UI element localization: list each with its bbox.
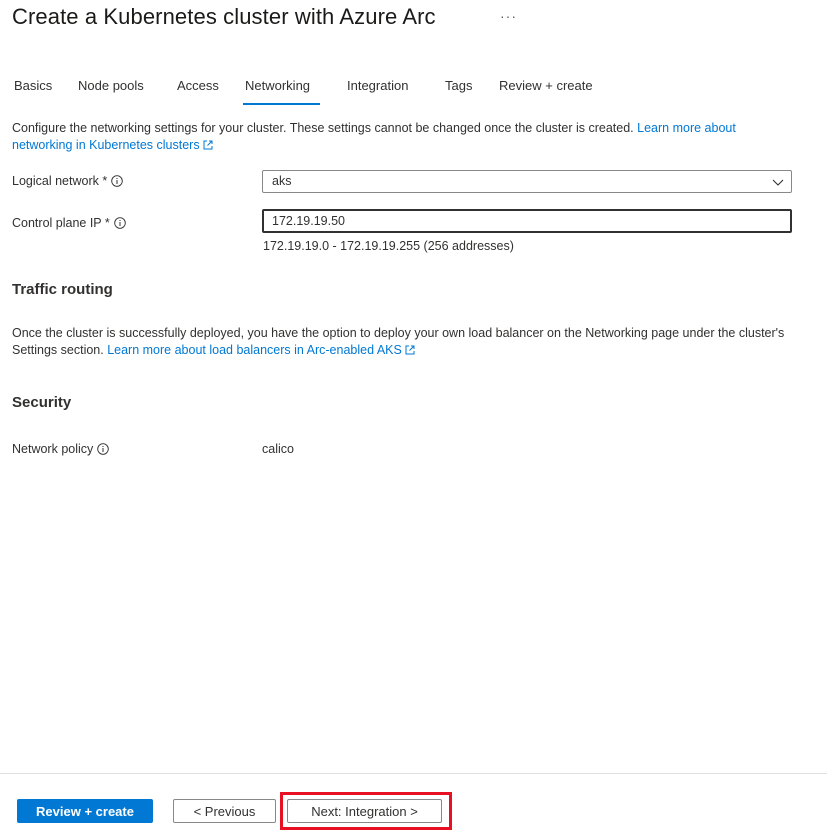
network-policy-label: Network policy: [12, 442, 110, 456]
networking-description: Configure the networking settings for yo…: [12, 120, 792, 154]
description-text: Configure the networking settings for yo…: [12, 121, 638, 135]
external-link-icon: [405, 345, 415, 355]
learn-more-load-balancers-link[interactable]: Learn more about load balancers in Arc-e…: [107, 343, 415, 357]
previous-button[interactable]: < Previous: [173, 799, 276, 823]
control-plane-ip-input[interactable]: [262, 209, 792, 233]
page-title: Create a Kubernetes cluster with Azure A…: [12, 4, 436, 29]
tab-node-pools[interactable]: Node pools: [78, 78, 144, 104]
tab-integration[interactable]: Integration: [347, 78, 408, 104]
control-plane-ip-label: Control plane IP *: [12, 216, 126, 230]
network-policy-label-text: Network policy: [12, 442, 94, 456]
external-link-icon: [203, 140, 213, 150]
info-icon[interactable]: [97, 443, 110, 455]
tab-review-create[interactable]: Review + create: [499, 78, 593, 104]
control-plane-ip-label-text: Control plane IP *: [12, 216, 110, 230]
traffic-routing-heading: Traffic routing: [12, 281, 113, 298]
traffic-routing-description: Once the cluster is successfully deploye…: [12, 325, 802, 359]
tab-access[interactable]: Access: [177, 78, 219, 104]
logical-network-dropdown[interactable]: aks: [262, 170, 792, 193]
tab-basics[interactable]: Basics: [14, 78, 52, 104]
info-icon[interactable]: [111, 175, 123, 187]
logical-network-label: Logical network *: [12, 174, 123, 188]
footer-divider: [0, 773, 827, 774]
tab-tags[interactable]: Tags: [445, 78, 472, 104]
ip-range-hint: 172.19.19.0 - 172.19.19.255 (256 address…: [263, 239, 514, 253]
learn-more-load-balancers-text[interactable]: Learn more about load balancers in Arc-e…: [107, 343, 402, 357]
tab-networking[interactable]: Networking: [242, 78, 321, 105]
review-create-button[interactable]: Review + create: [17, 799, 153, 823]
network-policy-value: calico: [262, 442, 294, 456]
info-icon[interactable]: [113, 217, 126, 229]
logical-network-label-text: Logical network *: [12, 174, 108, 188]
next-integration-button[interactable]: Next: Integration >: [287, 799, 442, 823]
more-options-icon[interactable]: ···: [500, 8, 517, 24]
logical-network-value: aks: [272, 174, 292, 188]
security-heading: Security: [12, 394, 72, 411]
chevron-down-icon: [772, 179, 784, 186]
